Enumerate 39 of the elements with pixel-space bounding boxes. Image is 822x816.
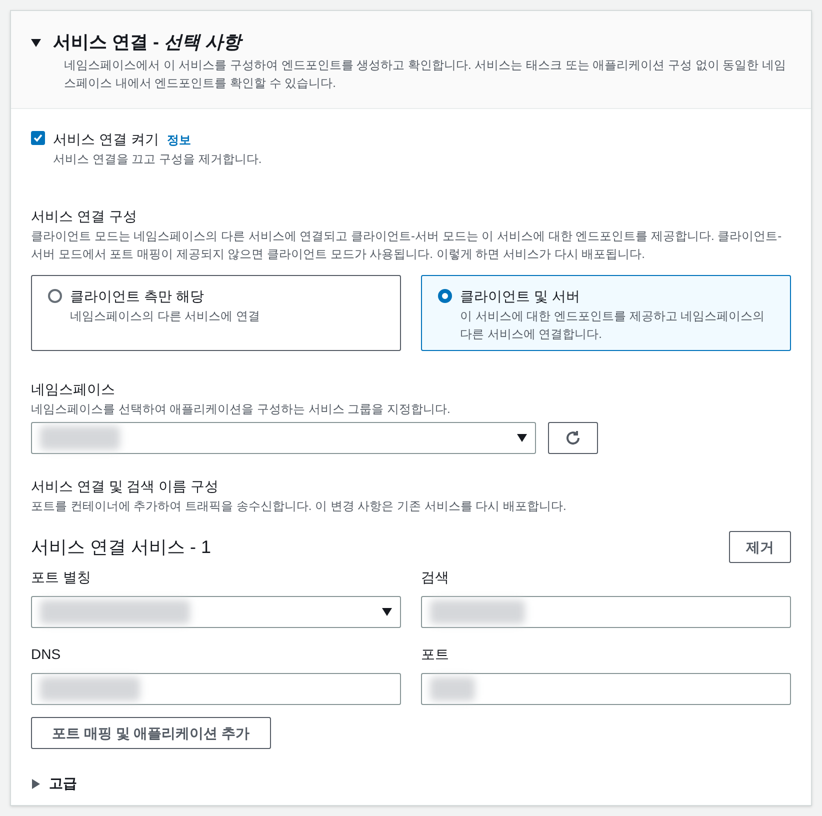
input-field[interactable] — [421, 596, 791, 628]
radio-button[interactable] — [438, 289, 452, 303]
add-button[interactable]: 포트 매핑 및 애플리케이션 추가 — [31, 717, 271, 749]
checkbox-description: 서비스 연결을 끄고 구성을 제거합니다. — [53, 151, 262, 168]
remove-button[interactable]: 제거 — [729, 531, 791, 563]
radio-description: 네임스페이스의 다른 서비스에 연결 — [70, 308, 260, 325]
input-field[interactable] — [31, 673, 401, 705]
advanced-toggle[interactable]: 고급 — [31, 773, 77, 794]
radio-tile[interactable]: 클라이언트 측만 해당 네임스페이스의 다른 서비스에 연결 — [31, 275, 401, 351]
field-label: 검색 — [421, 568, 450, 587]
field-label: 네임스페이스 — [31, 380, 116, 399]
field-label: DNS — [31, 645, 62, 664]
blurred-value — [430, 677, 475, 701]
radio-label: 클라이언트 및 서버 — [460, 287, 581, 306]
dropdown-caret-icon — [382, 607, 392, 617]
input-field[interactable] — [421, 673, 791, 705]
field-label: 포트 별칭 — [31, 568, 92, 587]
field-description: 클라이언트 모드는 네임스페이스의 다른 서비스에 연결되고 클라이언트-서버 모드는 이 서비스에 대한 엔드포인트를 제공합니다. 클라이언트-서버 모드에서 포트 매핑이 제공되지 않으면 클라이언트 모드가 사용됩니다. 이렇게 하면 서비스가 다시 배포됩니다. — [31, 228, 783, 263]
field-label: 포트 — [421, 645, 450, 664]
section-title: 서비스 연결 - 선택 사항 — [53, 31, 242, 54]
field-label: 서비스 연결 구성 — [31, 207, 138, 226]
radio-label: 클라이언트 측만 해당 — [70, 287, 205, 306]
section-description: 네임스페이스에서 이 서비스를 구성하여 엔드포인트를 생성하고 확인합니다. 서비스는 태스크 또는 애플리케이션 구성 없이 동일한 네임스페이스 내에서 엔드포인트를 확인할 수 있습니다. — [64, 57, 788, 92]
field-description: 네임스페이스를 선택하여 애플리케이션을 구성하는 서비스 그룹을 지정합니다. — [31, 401, 452, 418]
check-icon — [33, 133, 43, 143]
radio-button[interactable] — [48, 289, 62, 303]
field-label: 서비스 연결 및 검색 이름 구성 — [31, 477, 220, 496]
checkbox[interactable] — [31, 131, 45, 145]
namespace-select[interactable] — [31, 422, 536, 454]
radio-tile[interactable]: 클라이언트 및 서버 이 서비스에 대한 엔드포인트를 제공하고 네임스페이스의 다른 서비스에 연결합니다. — [421, 275, 791, 351]
info-link[interactable]: 정보 — [166, 131, 191, 149]
radio-description: 이 서비스에 대한 엔드포인트를 제공하고 네임스페이스의 다른 서비스에 연결합니다. — [460, 308, 766, 343]
select-field[interactable] — [31, 596, 401, 628]
refresh-icon — [565, 430, 581, 446]
dropdown-caret-icon — [517, 433, 527, 443]
service-title: 서비스 연결 서비스 - 1 — [31, 536, 212, 558]
field-description: 포트를 컨테이너에 추가하여 트래픽을 송수신합니다. 이 변경 사항은 기존 서비스를 다시 배포합니다. — [31, 498, 568, 515]
checkbox-label: 서비스 연결 켜기 — [53, 130, 159, 149]
refresh-button[interactable] — [548, 422, 598, 454]
